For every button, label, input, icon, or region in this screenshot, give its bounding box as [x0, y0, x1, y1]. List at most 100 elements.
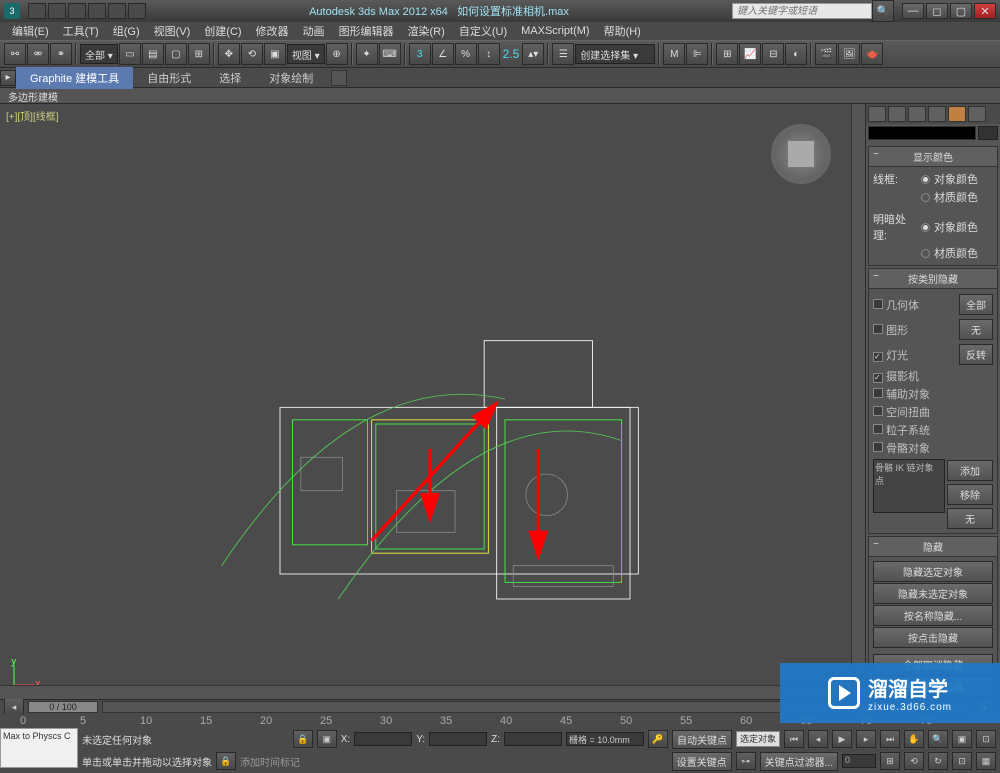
- radio-object-color[interactable]: [921, 223, 930, 232]
- menu-item[interactable]: MAXScript(M): [515, 23, 595, 39]
- named-selection-set[interactable]: 创建选择集 ▾: [575, 44, 655, 64]
- render-icon[interactable]: 🫖: [861, 43, 883, 65]
- layer-manager-icon[interactable]: ⊞: [716, 43, 738, 65]
- tab-utilities-icon[interactable]: [968, 106, 986, 122]
- tab-create-icon[interactable]: [868, 106, 886, 122]
- angle-snap-icon[interactable]: ∠: [432, 43, 454, 65]
- hide-listbox[interactable]: 骨骼 IK 链对象 点: [873, 459, 945, 513]
- pivot-icon[interactable]: ⊕: [326, 43, 348, 65]
- spinner-snap-icon[interactable]: ↕: [478, 43, 500, 65]
- selection-filter[interactable]: 全部 ▾: [80, 44, 118, 64]
- autokey-button[interactable]: 自动关键点: [672, 730, 732, 749]
- manipulate-icon[interactable]: ✦: [356, 43, 378, 65]
- menu-item[interactable]: 工具(T): [57, 21, 105, 41]
- chk-spacewarps[interactable]: [873, 406, 883, 416]
- btn-hide-selected[interactable]: 隐藏选定对象: [873, 561, 993, 582]
- rollout-header[interactable]: 按类别隐藏: [869, 269, 997, 289]
- restore-button[interactable]: ◻: [926, 3, 948, 19]
- y-coord-input[interactable]: [429, 732, 487, 746]
- app-icon[interactable]: 3: [4, 3, 20, 19]
- color-swatch[interactable]: [868, 126, 976, 140]
- play-icon[interactable]: ▶: [832, 730, 852, 748]
- nav-pan-icon[interactable]: ✋: [904, 730, 924, 748]
- ribbon-tab-paint[interactable]: 对象绘制: [255, 67, 327, 89]
- help-search-input[interactable]: [732, 3, 872, 19]
- btn-add[interactable]: 添加: [947, 460, 993, 481]
- btn-remove[interactable]: 移除: [947, 484, 993, 505]
- link-icon[interactable]: ⚯: [4, 43, 26, 65]
- key-icon[interactable]: 🔑: [648, 730, 668, 748]
- viewport-label[interactable]: [+][顶][线框]: [6, 108, 59, 123]
- align-icon[interactable]: ⊫: [686, 43, 708, 65]
- tab-motion-icon[interactable]: [928, 106, 946, 122]
- menu-item[interactable]: 组(G): [107, 21, 146, 41]
- tab-modify-icon[interactable]: [888, 106, 906, 122]
- key-mode-icon[interactable]: ⊶: [736, 752, 756, 770]
- keyboard-shortcut-icon[interactable]: ⌨: [379, 43, 401, 65]
- nav-max-icon[interactable]: ⊡: [952, 752, 972, 770]
- ribbon-tab-freeform[interactable]: 自由形式: [133, 67, 205, 89]
- ribbon-expand-icon[interactable]: [331, 70, 347, 86]
- named-selset-icon[interactable]: ☰: [552, 43, 574, 65]
- qat-button[interactable]: [28, 3, 46, 19]
- qat-button[interactable]: [68, 3, 86, 19]
- btn-all[interactable]: 全部: [959, 294, 993, 315]
- search-icon[interactable]: 🔍: [872, 0, 894, 22]
- viewport[interactable]: [+][顶][线框]: [0, 104, 851, 699]
- render-setup-icon[interactable]: 🎬: [815, 43, 837, 65]
- chk-cameras[interactable]: [873, 373, 883, 383]
- render-frame-icon[interactable]: 🖼: [838, 43, 860, 65]
- bind-icon[interactable]: ⚭: [50, 43, 72, 65]
- btn-invert[interactable]: 反转: [959, 344, 993, 365]
- rotate-icon[interactable]: ⟲: [241, 43, 263, 65]
- qat-button[interactable]: [128, 3, 146, 19]
- btn-none2[interactable]: 无: [947, 508, 993, 529]
- menu-item[interactable]: 图形编辑器: [333, 21, 400, 41]
- menu-item[interactable]: 自定义(U): [453, 21, 513, 41]
- goto-start-icon[interactable]: ⏮: [784, 730, 804, 748]
- rollout-header[interactable]: 隐藏: [869, 537, 997, 557]
- select-name-icon[interactable]: ▤: [142, 43, 164, 65]
- menu-item[interactable]: 动画: [297, 21, 331, 41]
- menu-item[interactable]: 视图(V): [148, 21, 197, 41]
- ribbon-tab-selection[interactable]: 选择: [205, 67, 255, 89]
- btn-hide-by-name[interactable]: 按名称隐藏...: [873, 605, 993, 626]
- lock-icon[interactable]: 🔒: [216, 752, 236, 770]
- rollout-header[interactable]: 显示颜色: [869, 147, 997, 167]
- menu-item[interactable]: 修改器: [250, 21, 295, 41]
- qat-button[interactable]: [88, 3, 106, 19]
- prev-frame-icon[interactable]: ◂: [808, 730, 828, 748]
- goto-end-icon[interactable]: ⏭: [880, 730, 900, 748]
- move-icon[interactable]: ✥: [218, 43, 240, 65]
- menu-item[interactable]: 编辑(E): [6, 21, 55, 41]
- tab-hierarchy-icon[interactable]: [908, 106, 926, 122]
- keyfilter-button[interactable]: 关键点过滤器...: [760, 752, 838, 771]
- radio-material-color[interactable]: [921, 249, 930, 258]
- btn-none[interactable]: 无: [959, 319, 993, 340]
- color-swatch-small[interactable]: [978, 126, 998, 140]
- btn-hide-unselected[interactable]: 隐藏未选定对象: [873, 583, 993, 604]
- scale-icon[interactable]: ▣: [264, 43, 286, 65]
- viewport-hscroll[interactable]: [0, 685, 851, 699]
- percent-snap-icon[interactable]: %: [455, 43, 477, 65]
- nav-orbit-icon[interactable]: ⟲: [904, 752, 924, 770]
- maximize-button[interactable]: ▢: [950, 3, 972, 19]
- menu-item[interactable]: 帮助(H): [598, 21, 647, 41]
- selset-dropdown[interactable]: 选定对象: [736, 731, 780, 747]
- ribbon-tab-graphite[interactable]: Graphite 建模工具: [16, 67, 133, 89]
- nav-roll-icon[interactable]: ↻: [928, 752, 948, 770]
- unlink-icon[interactable]: ⚮: [27, 43, 49, 65]
- nav-walk-icon[interactable]: ▦: [976, 752, 996, 770]
- frame-input[interactable]: 0: [842, 754, 876, 768]
- chk-bones[interactable]: [873, 442, 883, 452]
- mirror-icon[interactable]: M: [663, 43, 685, 65]
- minimize-button[interactable]: —: [902, 3, 924, 19]
- nav-zoom-icon[interactable]: 🔍: [928, 730, 948, 748]
- chk-lights[interactable]: [873, 352, 883, 362]
- select-icon[interactable]: ▭: [119, 43, 141, 65]
- radio-material-color[interactable]: [921, 193, 930, 202]
- z-coord-input[interactable]: [504, 732, 562, 746]
- select-region-icon[interactable]: ▢: [165, 43, 187, 65]
- x-coord-input[interactable]: [354, 732, 412, 746]
- next-frame-icon[interactable]: ▸: [856, 730, 876, 748]
